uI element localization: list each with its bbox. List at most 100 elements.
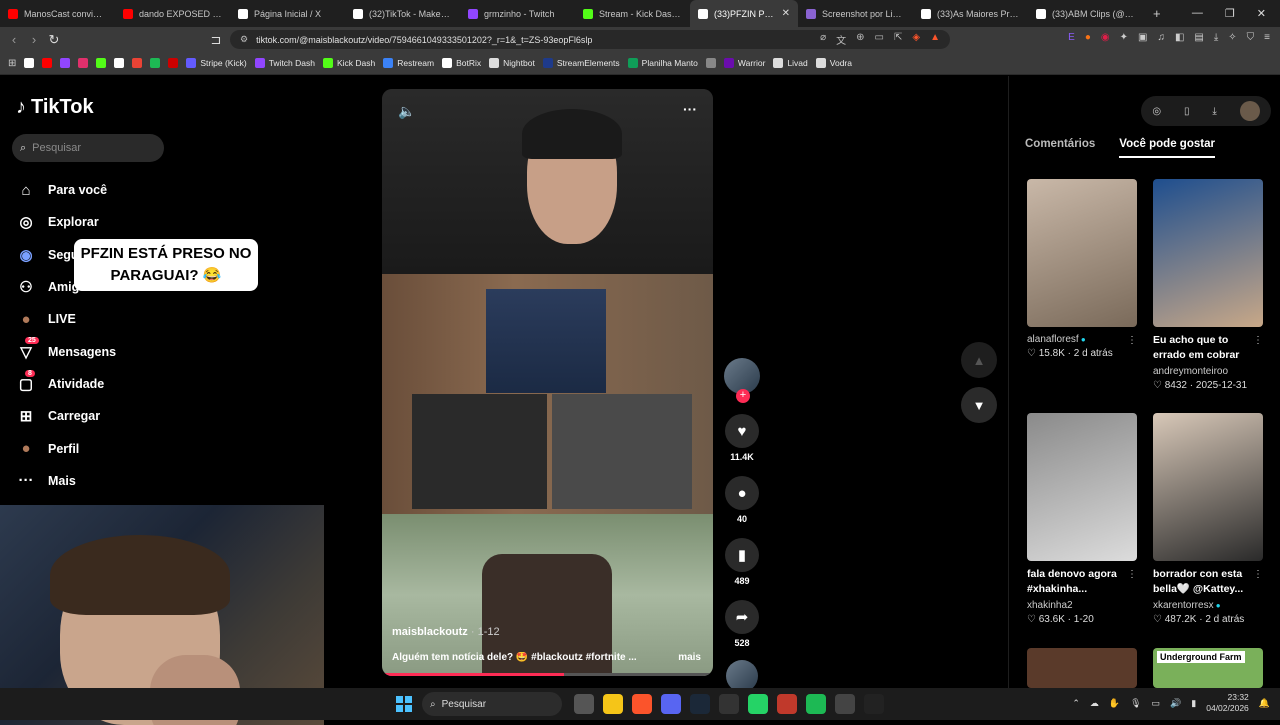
extension-record-icon[interactable]: ◉ (1101, 32, 1110, 43)
user-avatar-icon[interactable] (1239, 101, 1260, 121)
browser-tab[interactable]: ManosCast convida: Co (0, 0, 115, 27)
share-action[interactable]: ➦ 528 (725, 600, 759, 648)
no-tracking-icon[interactable]: ⌀ (820, 32, 826, 47)
file-explorer-icon[interactable] (603, 694, 623, 714)
tab-comments[interactable]: Comentários (1025, 138, 1095, 158)
bookmark-item[interactable] (150, 58, 161, 68)
discord-icon[interactable] (661, 694, 681, 714)
volume-tray-icon[interactable]: 🔊 (1170, 698, 1181, 709)
sidebar-item-perfil[interactable]: ● Perfil (16, 432, 116, 464)
sidebar-item-mais[interactable]: ··· Mais (16, 465, 116, 497)
video-thumbnail[interactable] (1027, 179, 1137, 327)
video-thumbnail[interactable] (1153, 179, 1263, 327)
extension-box-icon[interactable]: ▣ (1138, 32, 1147, 43)
app-icon[interactable] (777, 694, 797, 714)
save-action[interactable]: ▮ 489 (725, 538, 759, 586)
video-player[interactable]: 🔈 ··· maisblackoutz · 1-12 Alguém tem no… (382, 89, 713, 676)
sidebar-item-atividade[interactable]: ▢ 8 Atividade (16, 368, 116, 400)
video-card[interactable]: Eu acho que to errado em cobrar ⋮ andreymo… (1153, 179, 1263, 391)
video-author[interactable]: maisblackoutz · 1-12 (392, 626, 500, 638)
browser-tab[interactable]: Screenshot por Lightsh (798, 0, 913, 27)
bookmark-item[interactable]: Twitch Dash (254, 58, 315, 68)
leo-ai-icon[interactable]: ✧ (1228, 32, 1236, 43)
task-view-icon[interactable] (574, 694, 594, 714)
obs-icon[interactable] (719, 694, 739, 714)
brave-shield-icon[interactable]: ◈ (912, 32, 920, 47)
extension-fire-icon[interactable]: ● (1085, 32, 1091, 43)
card-username[interactable]: andreymonteiroo (1153, 366, 1228, 377)
bookmark-item[interactable] (96, 58, 107, 68)
volume-icon[interactable]: 🔈 (398, 103, 415, 120)
next-video-button[interactable]: ▼ (961, 387, 997, 423)
url-bar[interactable]: ⚙ tiktok.com/@maisblackoutz/video/759466… (230, 30, 950, 49)
card-username[interactable]: xkarentorresx (1153, 600, 1214, 611)
brave-rewards-icon[interactable]: ▲ (930, 32, 940, 47)
card-username[interactable]: alanafloresf (1027, 334, 1079, 345)
bookmark-item[interactable]: Planilha Manto (627, 58, 698, 68)
video-progress[interactable] (382, 673, 713, 676)
bookmark-save-icon[interactable]: ▮ (738, 546, 746, 564)
bookmark-item[interactable]: BotRix (442, 58, 481, 68)
bookmark-item[interactable]: Nightbot (489, 58, 535, 68)
clock[interactable]: 23:32 04/02/2026 (1206, 692, 1249, 714)
network-icon[interactable]: ▭ (1152, 698, 1161, 709)
bookmark-item[interactable] (705, 58, 716, 68)
card-username[interactable]: xhakinha2 (1027, 600, 1073, 611)
browser-tab[interactable]: (33)As Maiores Prome (913, 0, 1028, 27)
downloads-icon[interactable]: ⤓ (1214, 32, 1218, 43)
phone-icon[interactable]: ▯ (1184, 106, 1190, 117)
wallet-icon[interactable]: ▤ (1194, 32, 1203, 43)
bookmark-item[interactable] (114, 58, 125, 68)
bookmark-item[interactable] (60, 58, 71, 68)
bookmark-item[interactable]: Kick Dash (322, 58, 375, 68)
like-action[interactable]: ♥ 11.4K (725, 414, 759, 462)
new-tab-icon[interactable]: + (1143, 6, 1171, 21)
tab-close-icon[interactable]: ✕ (782, 8, 790, 19)
tab-you-may-like[interactable]: Você pode gostar (1119, 138, 1215, 158)
video-card-title[interactable]: fala denovo agora #xhakinha... (1027, 567, 1137, 599)
reload-icon[interactable]: ↻ (44, 32, 64, 48)
tiktok-logo[interactable]: ♪ TikTok (16, 96, 94, 119)
video-card-user[interactable]: alanafloresf ● (1027, 334, 1137, 345)
follow-plus-icon[interactable]: + (736, 389, 750, 403)
speed-icon[interactable]: ◎ (1152, 106, 1161, 117)
extension-e-icon[interactable]: E (1068, 32, 1075, 43)
taskbar-search[interactable]: ⌕ Pesquisar (422, 692, 562, 716)
author-avatar[interactable]: + (724, 358, 760, 403)
bookmark-item[interactable]: StreamElements (542, 58, 620, 68)
sidebar-item-explorar[interactable]: ◎ Explorar (16, 206, 116, 238)
translate-icon[interactable]: 文 (836, 32, 846, 47)
bookmark-item[interactable] (78, 58, 89, 68)
video-card-title[interactable]: borrador con esta bella🤍 @Kattey... (1153, 567, 1263, 599)
browser-tab[interactable]: Stream - Kick Dashboa (575, 0, 690, 27)
author-name[interactable]: maisblackoutz (392, 626, 468, 638)
url-text[interactable]: tiktok.com/@maisblackoutz/video/75946610… (256, 35, 592, 45)
back-icon[interactable]: ‹ (4, 32, 24, 47)
video-card[interactable]: fala denovo agora #xhakinha... ⋮ xhakinha2… (1027, 413, 1137, 625)
search-input[interactable]: ⌕ Pesquisar (12, 134, 164, 162)
sidebar-icon[interactable]: ◧ (1175, 32, 1184, 43)
bookmark-item[interactable] (168, 58, 179, 68)
comment-icon[interactable]: ● (737, 485, 746, 502)
browser-tab[interactable]: (32)TikTok - Make You (345, 0, 460, 27)
brave-icon[interactable] (632, 694, 652, 714)
video-thumbnail[interactable] (1153, 413, 1263, 561)
bookmark-item[interactable]: Restream (383, 58, 434, 68)
windows-start-icon[interactable] (396, 696, 412, 712)
comment-action[interactable]: ● 40 (725, 476, 759, 524)
zoom-icon[interactable]: ⊕ (856, 32, 864, 47)
video-thumbnail[interactable] (1027, 413, 1137, 561)
cast-icon[interactable]: ▭ (875, 32, 884, 47)
card-menu-icon[interactable]: ⋮ (1253, 335, 1263, 346)
music-icon[interactable]: ♫ (1157, 32, 1165, 43)
minimize-icon[interactable]: — (1192, 7, 1203, 20)
share-icon[interactable]: ⇱ (894, 32, 902, 47)
tray-app-icon[interactable]: ✋ (1109, 698, 1120, 709)
card-menu-icon[interactable]: ⋮ (1127, 569, 1137, 580)
sidebar-item-para-voc-[interactable]: ⌂ Para você (16, 174, 116, 206)
spotify-icon[interactable] (806, 694, 826, 714)
site-info-icon[interactable]: ⚙ (240, 34, 248, 45)
battery-icon[interactable]: ▮ (1191, 698, 1196, 709)
sidebar-item-mensagens[interactable]: ▽ 25 Mensagens (16, 335, 116, 367)
mic-icon[interactable]: 🎙 (1130, 698, 1141, 709)
